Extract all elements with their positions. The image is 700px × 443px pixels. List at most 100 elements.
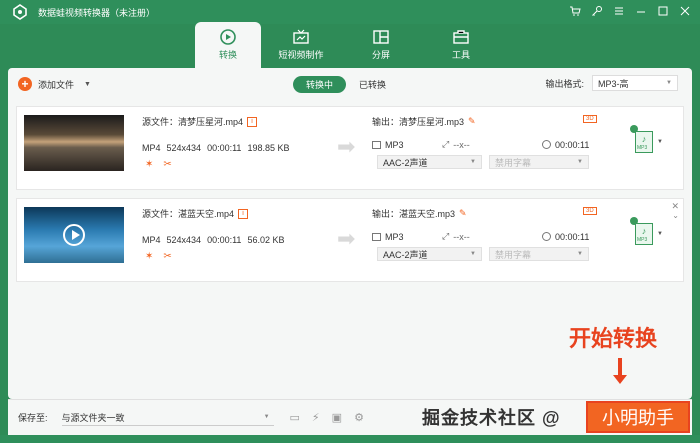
chevron-down-icon: ▼ xyxy=(577,159,583,165)
title-bar: 数据蛙视频转换器（未注册） xyxy=(0,0,700,24)
gpu-icon[interactable]: ▣ xyxy=(332,411,342,424)
save-to-label: 保存至: xyxy=(18,413,48,423)
play-icon[interactable] xyxy=(63,224,85,246)
bottom-tools: ▭ ⚡ ▣ ⚙ xyxy=(290,411,364,424)
audio-track-select[interactable]: AAC-2声道 ▼ xyxy=(377,247,482,261)
status-toggle: 转换中 已转换 xyxy=(293,76,399,93)
window-border xyxy=(0,435,700,443)
arrow-right-icon: ➡ xyxy=(337,226,356,251)
audio-track-value: AAC-2声道 xyxy=(383,249,428,260)
output-meta: MP3 ⤢ --x-- 00:00:11 xyxy=(372,231,597,242)
main-tabs: 转换 短视频制作 分屏 工具 xyxy=(195,22,501,68)
output-duration-text: 00:00:11 xyxy=(555,231,590,242)
edit-actions: ✶ ✂ xyxy=(145,159,172,170)
output-file: 输出：清梦压星河.mp3 ✎ xyxy=(372,115,476,128)
output-format-text: MP3 xyxy=(385,231,404,242)
tab-short-video[interactable]: 短视频制作 xyxy=(261,22,341,68)
source-file: 源文件：湛蓝天空.mp4 i xyxy=(142,207,249,220)
main-toolbar: + 添加文件 ▼ 转换中 已转换 输出格式: MP3-高 ▼ xyxy=(8,68,692,100)
menu-icon[interactable] xyxy=(612,4,626,18)
source-format: MP4 xyxy=(142,235,161,245)
pencil-icon[interactable]: ✎ xyxy=(459,208,467,219)
minimize-icon[interactable] xyxy=(634,4,648,18)
output-duration: 00:00:11 xyxy=(542,140,589,150)
tv-icon xyxy=(292,29,310,45)
output-resolution: ⤢ --x-- xyxy=(442,139,542,150)
subtitle-select[interactable]: 禁用字幕 ▼ xyxy=(489,247,589,261)
tab-short-video-label: 短视频制作 xyxy=(278,50,324,60)
add-file-label: 添加文件 xyxy=(38,79,75,90)
output-resolution-text: --x-- xyxy=(453,231,470,242)
subtitle-select[interactable]: 禁用字幕 ▼ xyxy=(489,155,589,169)
chevron-down-icon[interactable]: ▼ xyxy=(657,139,663,145)
output-duration-text: 00:00:11 xyxy=(555,139,590,150)
convert-icon xyxy=(219,29,237,45)
output-format-label: 输出格式: xyxy=(545,78,584,89)
source-file-name: 源文件：清梦压星河.mp4 xyxy=(142,117,244,127)
pencil-icon[interactable]: ✎ xyxy=(468,116,476,127)
mp3-file-icon[interactable]: ♪ MP3 xyxy=(635,223,653,245)
output-format: 输出格式: MP3-高 ▼ xyxy=(545,75,678,91)
chevron-down-icon[interactable]: ▼ xyxy=(84,81,91,88)
cart-icon[interactable] xyxy=(568,4,582,18)
chevron-down-icon[interactable]: ▼ xyxy=(657,231,663,237)
tab-toolbox[interactable]: 工具 xyxy=(421,22,501,68)
subtitle-value: 禁用字幕 xyxy=(495,249,532,260)
start-convert-button[interactable]: 小明助手 xyxy=(586,401,690,433)
info-icon[interactable]: i xyxy=(238,208,249,219)
magic-wand-icon[interactable]: ✶ xyxy=(145,251,153,262)
scissors-icon[interactable]: ✂ xyxy=(163,251,171,262)
tab-toolbox-label: 工具 xyxy=(451,50,470,60)
chevron-down-icon: ▼ xyxy=(666,80,672,86)
3d-badge-icon[interactable]: 3D xyxy=(583,207,597,215)
close-icon[interactable] xyxy=(678,4,692,18)
key-icon[interactable] xyxy=(590,4,604,18)
output-file-name: 输出：清梦压星河.mp3 xyxy=(372,117,465,127)
source-duration: 00:00:11 xyxy=(207,143,242,153)
video-thumbnail[interactable] xyxy=(24,115,124,171)
scissors-icon[interactable]: ✂ xyxy=(163,159,171,170)
audio-track-select[interactable]: AAC-2声道 ▼ xyxy=(377,155,482,169)
chevron-down-icon: ▼ xyxy=(470,159,476,165)
tab-converted[interactable]: 已转换 xyxy=(346,76,399,93)
maximize-icon[interactable] xyxy=(656,4,670,18)
save-path-value: 与源文件夹一致 xyxy=(61,412,125,423)
info-icon[interactable]: i xyxy=(247,116,258,127)
source-meta: MP4 524x434 00:00:11 198.85 KB xyxy=(142,143,289,153)
output-file-name: 输出：湛蓝天空.mp3 xyxy=(372,209,456,219)
output-format-select[interactable]: MP3-高 ▼ xyxy=(592,75,678,91)
add-file-button[interactable]: + 添加文件 ▼ xyxy=(18,77,91,91)
source-file-name: 源文件：湛蓝天空.mp4 xyxy=(142,209,235,219)
tab-split-screen[interactable]: 分屏 xyxy=(341,22,421,68)
source-size: 198.85 KB xyxy=(247,143,290,153)
hardware-accel-icon[interactable]: ⚡ xyxy=(312,411,320,424)
bottom-bar: 保存至: 与源文件夹一致 ▼ ▭ ⚡ ▣ ⚙ 掘金技术社区 @ 小明助手 xyxy=(8,399,692,435)
3d-badge-icon[interactable]: 3D xyxy=(583,115,597,123)
tab-convert-label: 转换 xyxy=(218,50,237,60)
source-format: MP4 xyxy=(142,143,161,153)
toolbox-icon xyxy=(452,29,470,45)
clock-icon xyxy=(542,232,551,241)
chevron-down-icon: ▼ xyxy=(470,251,476,257)
arrow-right-icon: ➡ xyxy=(337,134,356,159)
split-screen-icon xyxy=(372,29,390,45)
source-file: 源文件：清梦压星河.mp4 i xyxy=(142,115,258,128)
file-item: 源文件：清梦压星河.mp4 i MP4 524x434 00:00:11 198… xyxy=(16,106,684,190)
magic-wand-icon[interactable]: ✶ xyxy=(145,159,153,170)
video-thumbnail[interactable] xyxy=(24,207,124,263)
app-title: 数据蛙视频转换器（未注册） xyxy=(38,7,156,18)
app-logo-icon xyxy=(12,4,28,20)
clock-icon xyxy=(542,140,551,149)
tab-convert[interactable]: 转换 xyxy=(195,22,261,68)
video-format-icon xyxy=(372,140,381,149)
folder-icon[interactable]: ▭ xyxy=(290,411,300,424)
mp3-file-icon[interactable]: ♪ MP3 xyxy=(635,131,653,153)
tab-converting[interactable]: 转换中 xyxy=(293,76,347,93)
output-format-info: MP3 xyxy=(372,232,442,242)
source-duration: 00:00:11 xyxy=(207,235,242,245)
video-format-icon xyxy=(372,232,381,241)
settings-icon[interactable]: ⚙ xyxy=(354,411,364,424)
chevron-down-icon[interactable]: ⌄ xyxy=(672,211,679,220)
output-format-info: MP3 xyxy=(372,140,442,150)
save-path-select[interactable]: 与源文件夹一致 ▼ xyxy=(61,410,274,426)
